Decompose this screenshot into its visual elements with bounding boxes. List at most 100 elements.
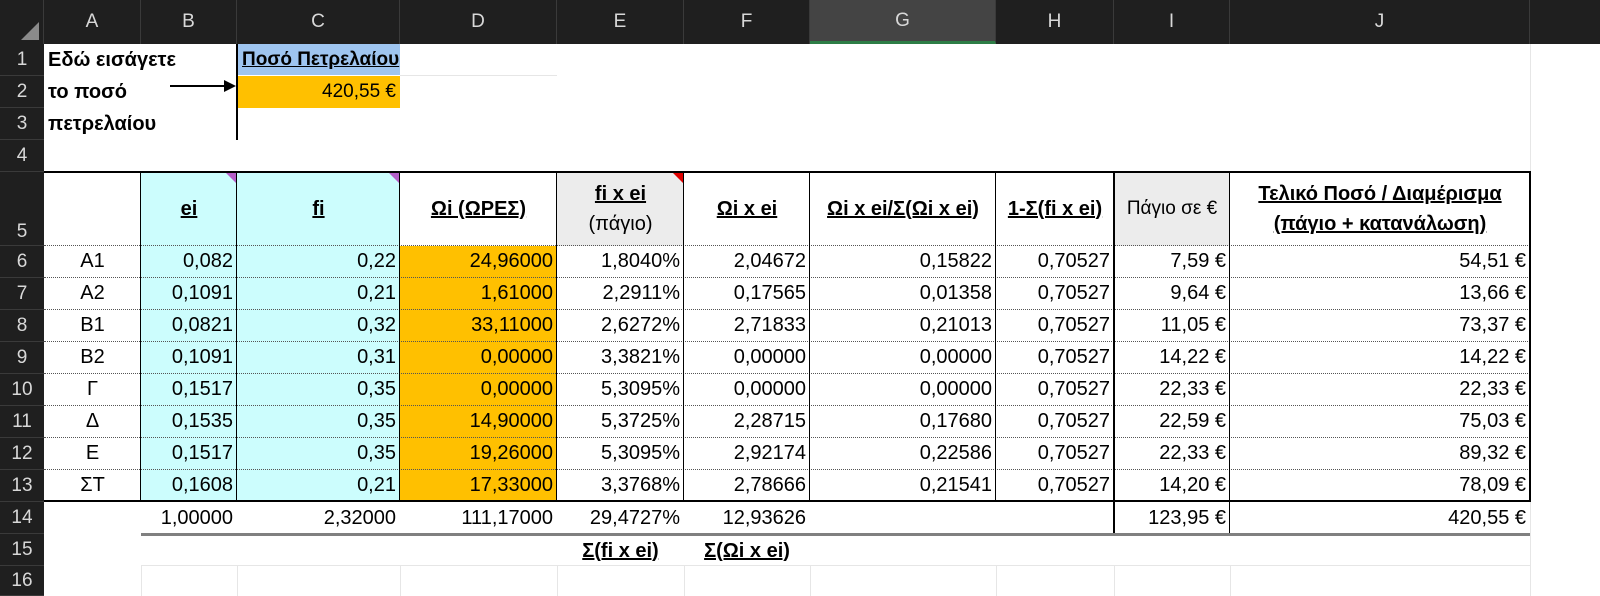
cell-hours-row-6[interactable]: 24,96000 — [400, 246, 557, 277]
cell-hours-row-13[interactable]: 17,33000 — [400, 470, 557, 501]
cell-omegaxei-row-11[interactable]: 2,28715 — [684, 406, 810, 437]
column-header-e[interactable]: E — [557, 0, 684, 44]
cell-ratio-row-8[interactable]: 0,21013 — [810, 310, 996, 341]
cell-omegaxei-row-6[interactable]: 2,04672 — [684, 246, 810, 277]
cell-fixei-row-9[interactable]: 3,3821% — [557, 342, 684, 373]
row-header-13[interactable]: 13 — [0, 470, 44, 502]
row-header-9[interactable]: 9 — [0, 342, 44, 374]
cell-pagio-row-12[interactable]: 22,33 € — [1114, 438, 1230, 469]
cell-omegaxei-row-10[interactable]: 0,00000 — [684, 374, 810, 405]
cell-ratio-row-10[interactable]: 0,00000 — [810, 374, 996, 405]
cell-ei-row-6[interactable]: 0,082 — [141, 246, 237, 277]
column-header-f[interactable]: F — [684, 0, 810, 44]
row-header-8[interactable]: 8 — [0, 310, 44, 342]
total-hours[interactable]: 111,17000 — [400, 502, 557, 534]
cell-ei-row-12[interactable]: 0,1517 — [141, 438, 237, 469]
total-final[interactable]: 420,55 € — [1230, 502, 1530, 534]
cell-one-minus-row-10[interactable]: 0,70527 — [996, 374, 1114, 405]
row-header-11[interactable]: 11 — [0, 406, 44, 438]
cell-final-row-13[interactable]: 78,09 € — [1230, 470, 1530, 501]
cell-fixei-row-10[interactable]: 5,3095% — [557, 374, 684, 405]
cell-ratio-row-12[interactable]: 0,22586 — [810, 438, 996, 469]
total-pagio[interactable]: 123,95 € — [1114, 502, 1230, 534]
cell-apartment-row-12[interactable]: Ε — [44, 438, 141, 469]
cell-hours-row-11[interactable]: 14,90000 — [400, 406, 557, 437]
comment-indicator-icon[interactable] — [673, 173, 683, 183]
cell-ei-row-13[interactable]: 0,1608 — [141, 470, 237, 501]
cell-pagio-row-8[interactable]: 11,05 € — [1114, 310, 1230, 341]
cell-ratio-row-11[interactable]: 0,17680 — [810, 406, 996, 437]
comment-indicator-icon[interactable] — [389, 173, 399, 183]
cell-pagio-row-11[interactable]: 22,59 € — [1114, 406, 1230, 437]
total-ei[interactable]: 1,00000 — [141, 502, 237, 534]
cell-final-row-7[interactable]: 13,66 € — [1230, 278, 1530, 309]
cell-final-row-11[interactable]: 75,03 € — [1230, 406, 1530, 437]
cell-apartment-row-8[interactable]: Β1 — [44, 310, 141, 341]
row-header-5[interactable]: 5 — [0, 172, 44, 246]
row-header-3[interactable]: 3 — [0, 108, 44, 140]
spreadsheet-grid[interactable]: A B C D E F G H I J 1 2 3 4 5 6 7 8 9 10… — [0, 0, 1600, 596]
cell-hours-row-10[interactable]: 0,00000 — [400, 374, 557, 405]
cell-final-row-8[interactable]: 73,37 € — [1230, 310, 1530, 341]
cell-pagio-row-7[interactable]: 9,64 € — [1114, 278, 1230, 309]
cell-hours-row-9[interactable]: 0,00000 — [400, 342, 557, 373]
cell-fi-row-9[interactable]: 0,31 — [237, 342, 400, 373]
cell-apartment-row-9[interactable]: Β2 — [44, 342, 141, 373]
cell-fi-row-13[interactable]: 0,21 — [237, 470, 400, 501]
cell-ei-row-8[interactable]: 0,0821 — [141, 310, 237, 341]
row-header-6[interactable]: 6 — [0, 246, 44, 278]
cell-apartment-row-13[interactable]: ΣΤ — [44, 470, 141, 501]
cell-apartment-row-11[interactable]: Δ — [44, 406, 141, 437]
cell-fixei-row-6[interactable]: 1,8040% — [557, 246, 684, 277]
cell-apartment-row-7[interactable]: Α2 — [44, 278, 141, 309]
cell-apartment-row-6[interactable]: Α1 — [44, 246, 141, 277]
cell-one-minus-row-6[interactable]: 0,70527 — [996, 246, 1114, 277]
cell-one-minus-row-11[interactable]: 0,70527 — [996, 406, 1114, 437]
cell-omegaxei-row-8[interactable]: 2,71833 — [684, 310, 810, 341]
cell-hours-row-8[interactable]: 33,11000 — [400, 310, 557, 341]
cell-ei-row-7[interactable]: 0,1091 — [141, 278, 237, 309]
cell-final-row-9[interactable]: 14,22 € — [1230, 342, 1530, 373]
cell-fi-row-11[interactable]: 0,35 — [237, 406, 400, 437]
cell-fixei-row-13[interactable]: 3,3768% — [557, 470, 684, 501]
cell-ratio-row-6[interactable]: 0,15822 — [810, 246, 996, 277]
select-all-corner[interactable] — [0, 0, 44, 44]
comment-indicator-icon[interactable] — [226, 173, 236, 183]
cell-fi-row-10[interactable]: 0,35 — [237, 374, 400, 405]
cell-hours-row-12[interactable]: 19,26000 — [400, 438, 557, 469]
cell-final-row-6[interactable]: 54,51 € — [1230, 246, 1530, 277]
row-header-10[interactable]: 10 — [0, 374, 44, 406]
cell-ei-row-9[interactable]: 0,1091 — [141, 342, 237, 373]
cell-fixei-row-7[interactable]: 2,2911% — [557, 278, 684, 309]
cell-fi-row-7[interactable]: 0,21 — [237, 278, 400, 309]
column-header-c[interactable]: C — [237, 0, 400, 44]
cell-final-row-10[interactable]: 22,33 € — [1230, 374, 1530, 405]
total-fixei[interactable]: 29,4727% — [557, 502, 684, 534]
cell-pagio-row-13[interactable]: 14,20 € — [1114, 470, 1230, 501]
column-header-j[interactable]: J — [1230, 0, 1530, 44]
cell-ratio-row-9[interactable]: 0,00000 — [810, 342, 996, 373]
row-header-16[interactable]: 16 — [0, 566, 44, 596]
cell-fixei-row-12[interactable]: 5,3095% — [557, 438, 684, 469]
row-header-12[interactable]: 12 — [0, 438, 44, 470]
cell-omegaxei-row-7[interactable]: 0,17565 — [684, 278, 810, 309]
column-header-i[interactable]: I — [1114, 0, 1230, 44]
column-header-b[interactable]: B — [141, 0, 237, 44]
cell-one-minus-row-12[interactable]: 0,70527 — [996, 438, 1114, 469]
cell-hours-row-7[interactable]: 1,61000 — [400, 278, 557, 309]
column-header-g[interactable]: G — [810, 0, 996, 44]
cell-fixei-row-8[interactable]: 2,6272% — [557, 310, 684, 341]
cell-omegaxei-row-12[interactable]: 2,92174 — [684, 438, 810, 469]
fuel-amount-input[interactable]: 420,55 € — [238, 76, 400, 108]
cell-one-minus-row-7[interactable]: 0,70527 — [996, 278, 1114, 309]
column-header-d[interactable]: D — [400, 0, 557, 44]
cell-fi-row-6[interactable]: 0,22 — [237, 246, 400, 277]
cell-apartment-row-10[interactable]: Γ — [44, 374, 141, 405]
row-header-1[interactable]: 1 — [0, 44, 44, 76]
row-header-15[interactable]: 15 — [0, 534, 44, 566]
row-header-4[interactable]: 4 — [0, 140, 44, 172]
cell-ei-row-11[interactable]: 0,1535 — [141, 406, 237, 437]
cell-ratio-row-13[interactable]: 0,21541 — [810, 470, 996, 501]
cell-pagio-row-10[interactable]: 22,33 € — [1114, 374, 1230, 405]
cell-final-row-12[interactable]: 89,32 € — [1230, 438, 1530, 469]
